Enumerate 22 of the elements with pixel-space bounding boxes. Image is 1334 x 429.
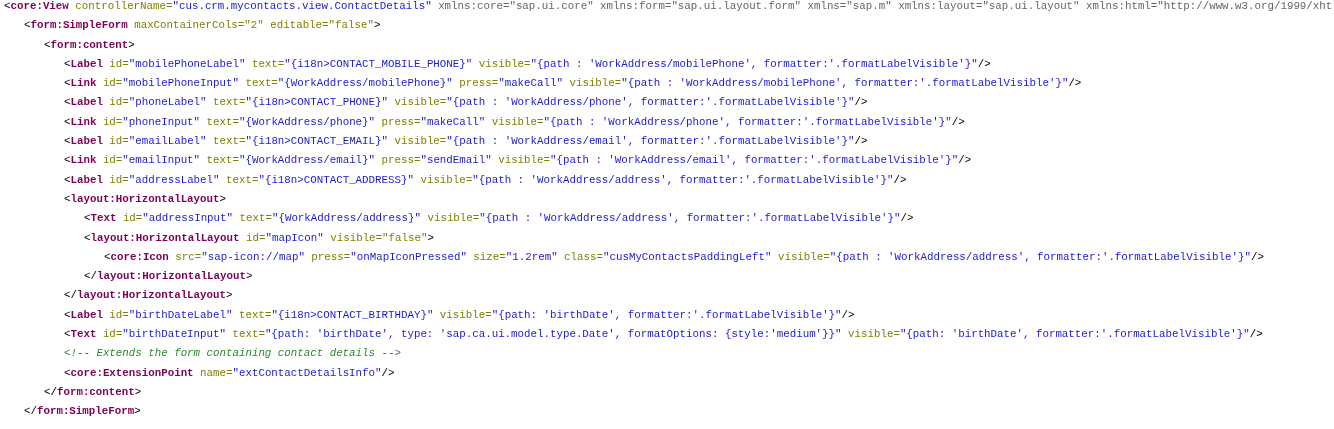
code-line: <Label id="mobilePhoneLabel" text="{i18n>CONTACT_MOBILE_PHONE}" visible="{path : 'WorkAddress/mobilePhone', formatter:'.formatLabelVisible'}"/> [64,56,991,72]
code-line: <Label id="birthDateLabel" text="{i18n>CONTACT_BIRTHDAY}" visible="{path: 'birthDate', formatter:'.formatLabelVisible'}"/> [64,307,855,323]
code-line: <Link id="emailInput" text="{WorkAddress/email}" press="sendEmail" visible="{path : 'WorkAddress/email', formatter:'.formatLabelVisible'}"/> [64,153,972,169]
code-line: </form:SimpleForm> [24,404,141,420]
code-line: <Label id="emailLabel" text="{i18n>CONTACT_EMAIL}" visible="{path : 'WorkAddress/email', formatter:'.formatLabelVisible'}"/> [64,134,868,150]
code-line: <layout:HorizontalLayout> [64,191,226,207]
code-line: <form:content> [44,37,135,53]
code-line: <layout:HorizontalLayout id="mapIcon" visible="false"> [84,230,434,246]
code-line: <Label id="phoneLabel" text="{i18n>CONTACT_PHONE}" visible="{path : 'WorkAddress/phone', formatter:'.formatLabelVisible'}"/> [64,95,868,111]
code-line: <Text id="addressInput" text="{WorkAddress/address}" visible="{path : 'WorkAddress/address', formatter:'.formatLabelVisible'}"/> [84,211,914,227]
code-line: <!-- Extends the form containing contact details --> [64,346,401,362]
code-line: </layout:HorizontalLayout> [84,269,253,285]
code-line: <form:SimpleForm maxContainerCols="2" editable="false"> [24,18,381,34]
code-line: <core:View controllerName="cus.crm.mycontacts.view.ContactDetails" xmlns:core="sap.ui.core" xmlns:form="sap.ui.layout.form" xmlns="sap.m" xmlns:layout="sap.ui.layout" xmlns:html="http://www.w3.org/1999/xht [4,0,1333,14]
code-line: <Link id="phoneInput" text="{WorkAddress/phone}" press="makeCall" visible="{path : 'WorkAddress/phone', formatter:'.formatLabelVisible'}"/> [64,114,965,130]
code-line: <Label id="addressLabel" text="{i18n>CONTACT_ADDRESS}" visible="{path : 'WorkAddress/address', formatter:'.formatLabelVisible'}"/> [64,172,907,188]
code-line: <core:Icon src="sap-icon://map" press="onMapIconPressed" size="1.2rem" class="cusMyContactsPaddingLeft" visible="{path : 'WorkAddress/address', formatter:'.formatLabelVisible'}"/> [104,249,1264,265]
code-line: <Link id="mobilePhoneInput" text="{WorkAddress/mobilePhone}" press="makeCall" visible="{path : 'WorkAddress/mobilePhone', formatter:'.formatLabelVisible'}"/> [64,76,1082,92]
code-line: </form:content> [44,384,142,400]
code-line: <core:ExtensionPoint name="extContactDetailsInfo"/> [64,365,395,381]
code-line: <Text id="birthDateInput" text="{path: 'birthDate', type: 'sap.ca.ui.model.type.Date', formatOptions: {style:'medium'}}" visible="{path: 'birthDate', formatter:'.formatLabelVisible'}"/> [64,327,1263,343]
code-line: </layout:HorizontalLayout> [64,288,233,304]
